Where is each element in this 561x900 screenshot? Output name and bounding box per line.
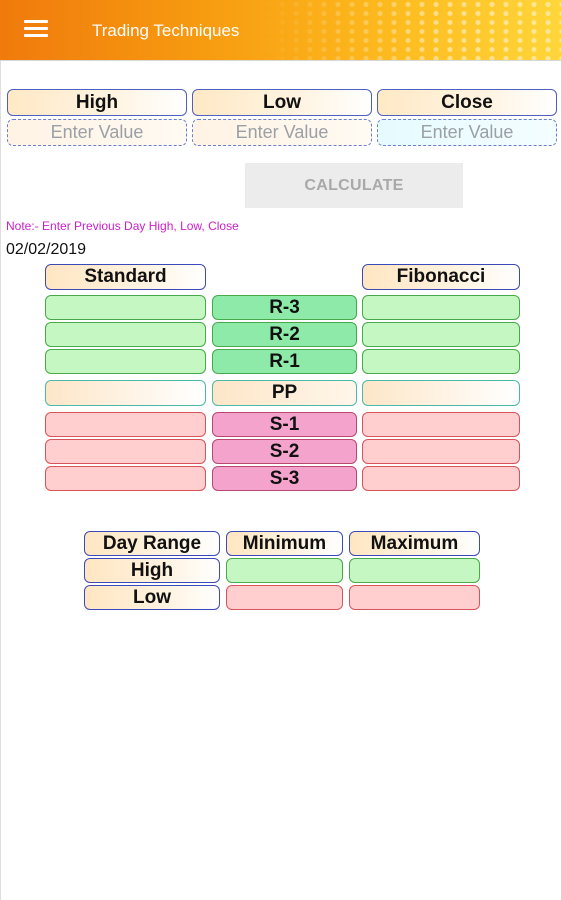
- fibonacci-s1-value: [362, 412, 520, 437]
- fibonacci-s3-value: [362, 466, 520, 491]
- range-low-minimum-value: [226, 585, 343, 610]
- range-row-low-label: Low: [84, 585, 220, 610]
- row-label-r1: R-1: [212, 349, 357, 374]
- date-label: 02/02/2019: [6, 241, 87, 258]
- standard-s2-value: [45, 439, 206, 464]
- app-title: Trading Techniques: [92, 21, 240, 40]
- low-input[interactable]: Enter Value: [192, 119, 372, 146]
- app-bar: Trading Techniques: [0, 0, 561, 60]
- fibonacci-r3-value: [362, 295, 520, 320]
- standard-pp-value: [45, 380, 206, 406]
- standard-r1-value: [45, 349, 206, 374]
- standard-header: Standard: [45, 264, 206, 290]
- range-high-minimum-value: [226, 558, 343, 583]
- note-text: Note:- Enter Previous Day High, Low, Clo…: [6, 219, 239, 233]
- fibonacci-r1-value: [362, 349, 520, 374]
- day-range-header: Day Range: [84, 531, 220, 556]
- standard-r2-value: [45, 322, 206, 347]
- row-label-s2: S-2: [212, 439, 357, 464]
- high-input[interactable]: Enter Value: [7, 119, 187, 146]
- hamburger-menu-icon[interactable]: [24, 20, 48, 38]
- range-high-maximum-value: [349, 558, 480, 583]
- row-label-s1: S-1: [212, 412, 357, 437]
- fibonacci-r2-value: [362, 322, 520, 347]
- left-edge-line: [0, 61, 1, 900]
- standard-r3-value: [45, 295, 206, 320]
- row-label-r2: R-2: [212, 322, 357, 347]
- row-label-pp: PP: [212, 380, 357, 406]
- high-header: High: [7, 89, 187, 116]
- row-label-r3: R-3: [212, 295, 357, 320]
- fibonacci-pp-value: [362, 380, 520, 406]
- row-label-s3: S-3: [212, 466, 357, 491]
- calculate-button[interactable]: CALCULATE: [245, 163, 463, 208]
- close-input[interactable]: Enter Value: [377, 119, 557, 146]
- appbar-divider: [0, 60, 561, 61]
- fibonacci-s2-value: [362, 439, 520, 464]
- low-header: Low: [192, 89, 372, 116]
- minimum-header: Minimum: [226, 531, 343, 556]
- standard-s3-value: [45, 466, 206, 491]
- standard-s1-value: [45, 412, 206, 437]
- close-header: Close: [377, 89, 557, 116]
- fibonacci-header: Fibonacci: [362, 264, 520, 290]
- maximum-header: Maximum: [349, 531, 480, 556]
- range-low-maximum-value: [349, 585, 480, 610]
- range-row-high-label: High: [84, 558, 220, 583]
